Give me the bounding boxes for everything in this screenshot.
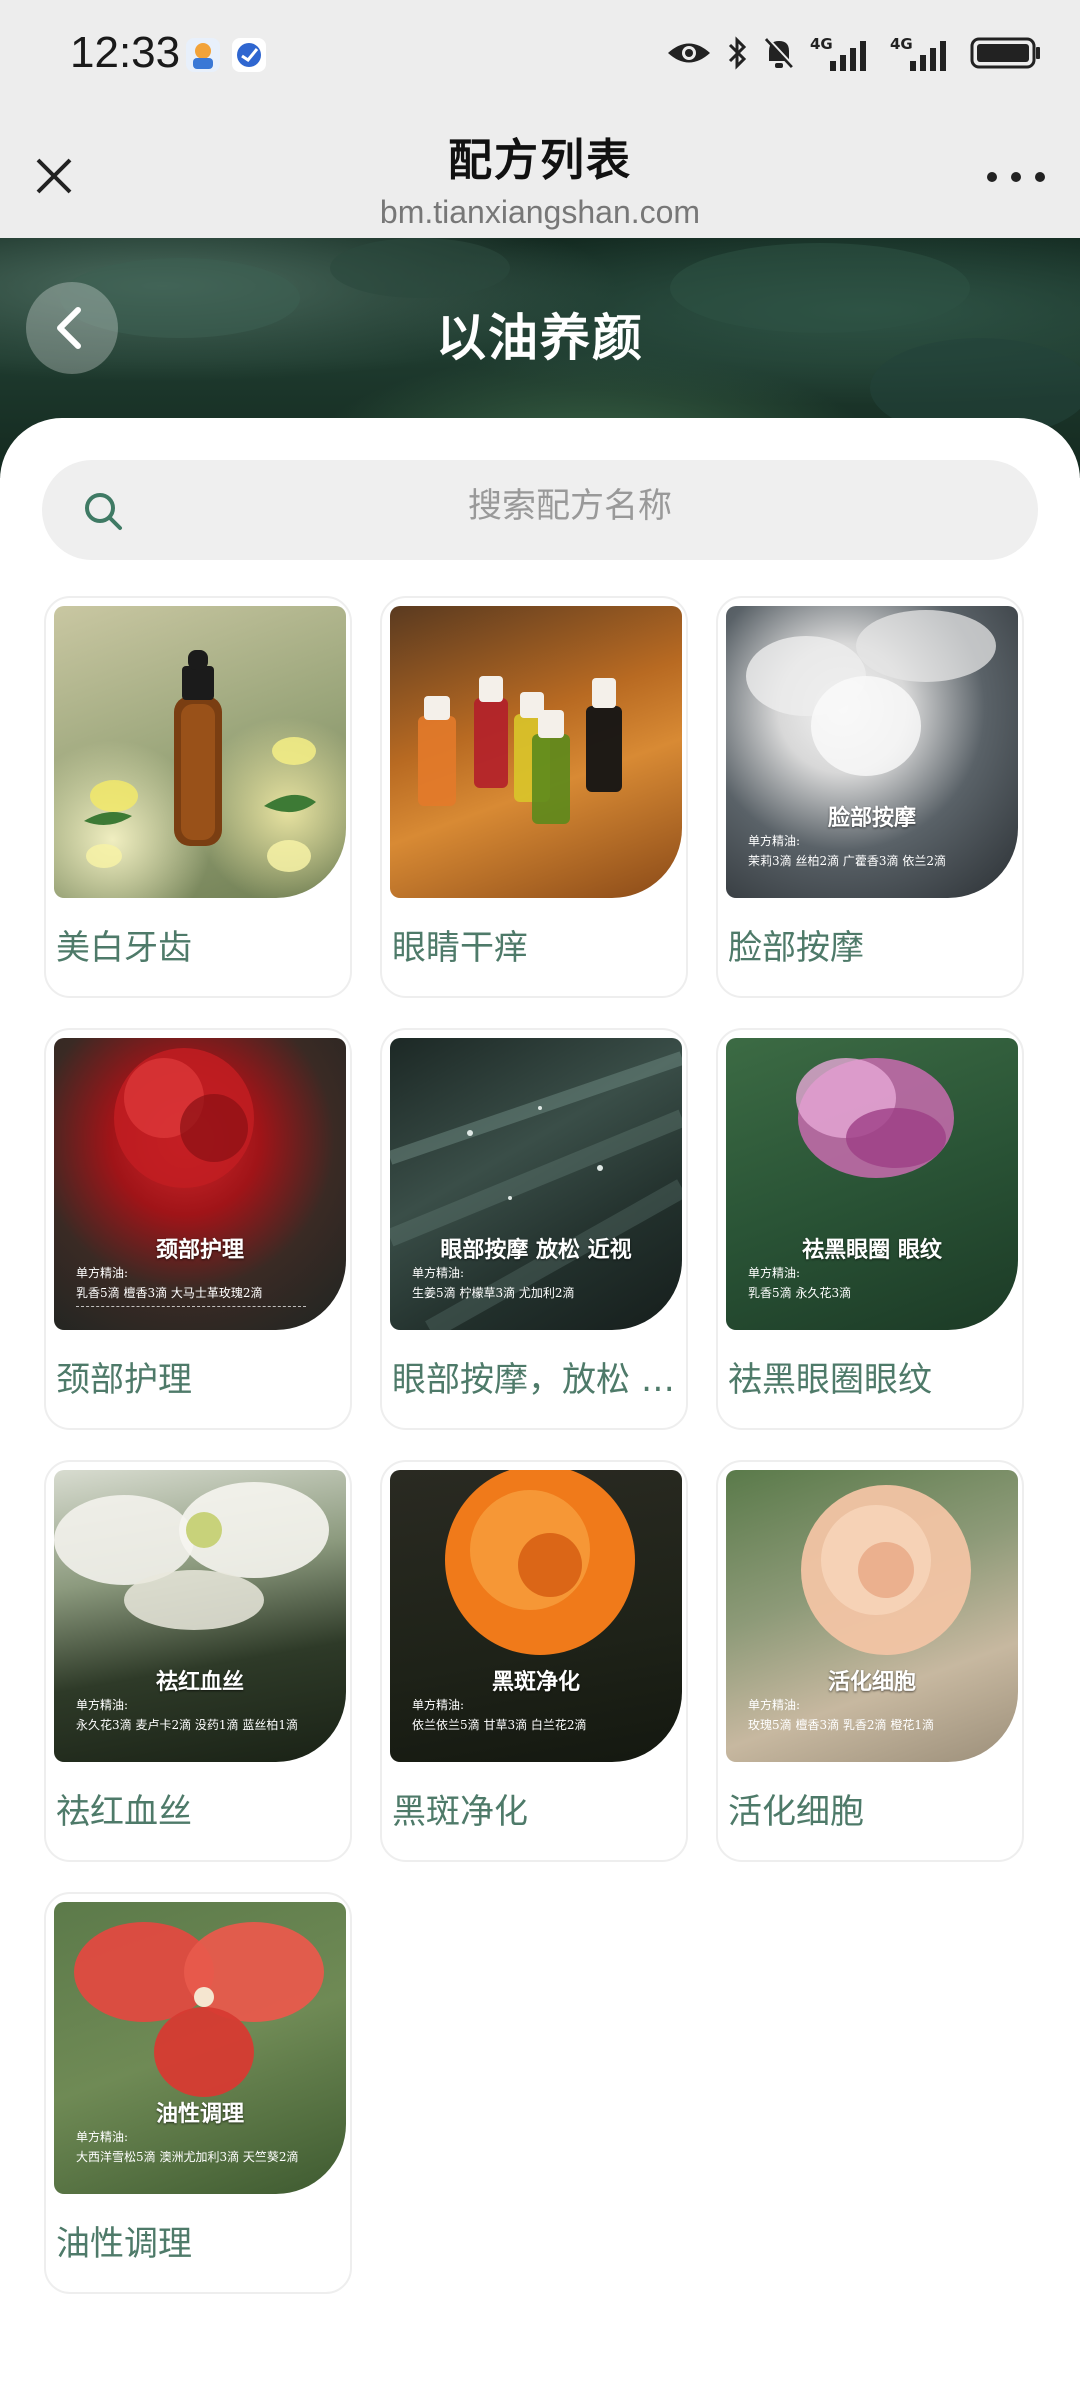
search-input[interactable] [162, 486, 978, 526]
recipe-name: 黑斑净化 [392, 1792, 528, 1832]
image-caption-title: 活化细胞 [827, 1669, 916, 1695]
image-caption-title: 颈部护理 [155, 1237, 244, 1263]
recipe-card[interactable]: 黑斑净化 单方精油: 依兰依兰5滴 甘草3滴 白兰花2滴 黑斑净化 [380, 1460, 688, 1862]
image-caption-subtitle: 单方精油: [748, 834, 801, 848]
recipe-name: 颈部护理 [56, 1360, 192, 1400]
image-caption-subtitle: 单方精油: [76, 1698, 129, 1712]
image-caption-line: 永久花3滴 麦卢卡2滴 没药1滴 蓝丝柏1滴 [76, 1718, 298, 1732]
image-caption-title: 油性调理 [155, 2101, 244, 2127]
recipe-card[interactable]: 油性调理 单方精油: 大西洋雪松5滴 澳洲尤加利3滴 天竺葵2滴 油性调理 [44, 1892, 352, 2294]
recipe-name: 眼睛干痒 [392, 928, 528, 968]
page-url: bm.tianxiangshan.com [379, 194, 701, 230]
more-dots-icon [987, 172, 1045, 182]
image-caption-line: 生姜5滴 柠檬草3滴 尤加利2滴 [412, 1286, 575, 1300]
recipe-name: 脸部按摩 [728, 928, 864, 968]
image-caption-title: 黑斑净化 [491, 1669, 580, 1695]
recipe-image: 祛黑眼圈 眼纹 单方精油: 乳香5滴 永久花3滴 [726, 1038, 1018, 1330]
recipe-card[interactable]: 脸部按摩 单方精油: 茉莉3滴 丝柏2滴 广藿香3滴 依兰2滴 脸部按摩 [716, 596, 1024, 998]
recipe-name: 眼部按摩，放松 近视 [392, 1360, 680, 1400]
image-caption-subtitle: 单方精油: [748, 1698, 801, 1712]
mute-bell-icon [762, 35, 796, 75]
recipe-image: 眼部按摩 放松 近视 单方精油: 生姜5滴 柠檬草3滴 尤加利2滴 [390, 1038, 682, 1330]
recipe-image [54, 606, 346, 898]
recipe-name: 祛黑眼圈眼纹 [728, 1360, 932, 1400]
image-caption-line: 大西洋雪松5滴 澳洲尤加利3滴 天竺葵2滴 [76, 2150, 299, 2164]
image-caption-title: 祛红血丝 [155, 1669, 244, 1695]
image-caption-title: 眼部按摩 放松 近视 [440, 1237, 632, 1263]
image-caption-line: 依兰依兰5滴 甘草3滴 白兰花2滴 [412, 1718, 587, 1732]
recipe-image [390, 606, 682, 898]
content-sheet: 美白牙齿 眼睛干痒 [0, 418, 1080, 2403]
search-icon [85, 493, 122, 530]
status-time: 12:33 [70, 28, 181, 77]
image-caption-title: 脸部按摩 [827, 805, 916, 831]
image-caption-line: 乳香5滴 永久花3滴 [748, 1286, 852, 1300]
caption-divider [76, 1306, 306, 1307]
search-bar[interactable] [42, 460, 1038, 560]
recipe-card[interactable]: 美白牙齿 [44, 596, 352, 998]
image-caption-subtitle: 单方精油: [76, 1266, 129, 1280]
signal-4g-icon-2: 4G [890, 35, 956, 75]
battery-icon [970, 35, 1042, 75]
recipe-name: 美白牙齿 [56, 928, 192, 968]
recipe-card[interactable]: 眼部按摩 放松 近视 单方精油: 生姜5滴 柠檬草3滴 尤加利2滴 眼部按摩，放… [380, 1028, 688, 1430]
more-options-button[interactable] [980, 162, 1052, 192]
recipe-card[interactable]: 祛红血丝 单方精油: 永久花3滴 麦卢卡2滴 没药1滴 蓝丝柏1滴 祛红血丝 [44, 1460, 352, 1862]
image-caption-subtitle: 单方精油: [76, 2130, 129, 2144]
bluetooth-icon [726, 35, 748, 75]
notification-app-icon-2 [232, 38, 266, 72]
image-caption-title: 祛黑眼圈 眼纹 [802, 1237, 942, 1263]
recipe-image: 颈部护理 单方精油: 乳香5滴 檀香3滴 大马士革玫瑰2滴 [54, 1038, 346, 1330]
image-caption-subtitle: 单方精油: [412, 1698, 465, 1712]
recipe-name: 油性调理 [56, 2224, 192, 2264]
section-title: 以油养颜 [436, 309, 644, 367]
signal-4g-icon: 4G [810, 35, 876, 75]
recipe-card[interactable]: 活化细胞 单方精油: 玫瑰5滴 檀香3滴 乳香2滴 橙花1滴 活化细胞 [716, 1460, 1024, 1862]
recipe-card[interactable]: 祛黑眼圈 眼纹 单方精油: 乳香5滴 永久花3滴 祛黑眼圈眼纹 [716, 1028, 1024, 1430]
notification-app-icon [186, 38, 220, 72]
image-caption-line: 茉莉3滴 丝柏2滴 广藿香3滴 依兰2滴 [748, 854, 946, 868]
recipe-image: 脸部按摩 单方精油: 茉莉3滴 丝柏2滴 广藿香3滴 依兰2滴 [726, 606, 1018, 898]
image-caption-line: 乳香5滴 檀香3滴 大马士革玫瑰2滴 [76, 1286, 263, 1300]
recipe-image: 黑斑净化 单方精油: 依兰依兰5滴 甘草3滴 白兰花2滴 [390, 1470, 682, 1762]
image-caption-subtitle: 单方精油: [748, 1266, 801, 1280]
recipe-name: 祛红血丝 [56, 1792, 192, 1832]
status-bar: 12:33 4G 4G [0, 0, 1080, 110]
browser-title-bar: 配方列表 bm.tianxiangshan.com [0, 110, 1080, 238]
page-title: 配方列表 [448, 135, 632, 186]
recipe-card[interactable]: 颈部护理 单方精油: 乳香5滴 檀香3滴 大马士革玫瑰2滴 颈部护理 [44, 1028, 352, 1430]
eye-icon [666, 38, 712, 72]
recipe-card[interactable]: 眼睛干痒 [380, 596, 688, 998]
recipe-image: 活化细胞 单方精油: 玫瑰5滴 檀香3滴 乳香2滴 橙花1滴 [726, 1470, 1018, 1762]
image-caption-subtitle: 单方精油: [412, 1266, 465, 1280]
recipe-name: 活化细胞 [728, 1792, 864, 1832]
recipe-image: 祛红血丝 单方精油: 永久花3滴 麦卢卡2滴 没药1滴 蓝丝柏1滴 [54, 1470, 346, 1762]
image-caption-line: 玫瑰5滴 檀香3滴 乳香2滴 橙花1滴 [748, 1718, 934, 1732]
recipe-image: 油性调理 单方精油: 大西洋雪松5滴 澳洲尤加利3滴 天竺葵2滴 [54, 1902, 346, 2194]
